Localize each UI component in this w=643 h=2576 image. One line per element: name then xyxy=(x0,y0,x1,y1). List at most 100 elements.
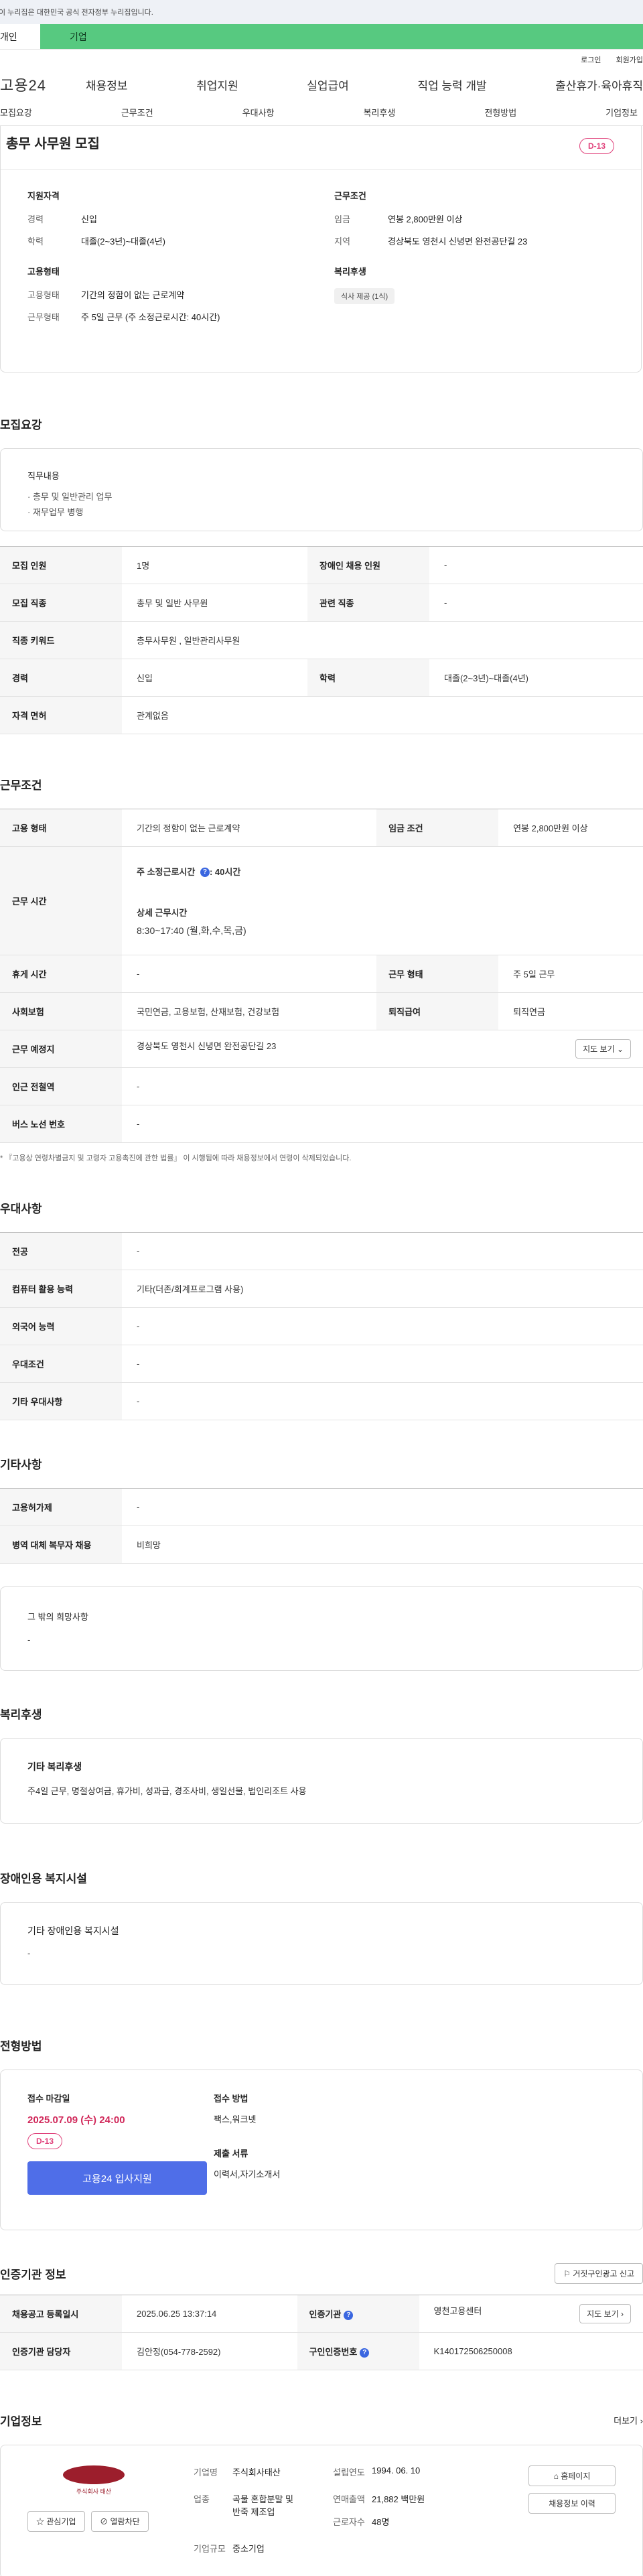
cell-value: - xyxy=(122,1345,643,1383)
chevron-right-icon: › xyxy=(621,2309,624,2319)
gnb-item-employment-support[interactable]: 취업지원 xyxy=(196,76,238,93)
cell-key: 임금 조건 xyxy=(376,809,499,847)
interest-button[interactable]: ☆ 관심기업 xyxy=(27,2511,85,2532)
map-button-label: 지도 보기 xyxy=(583,1044,615,1054)
company-value: 48명 xyxy=(372,2517,390,2527)
utility-links: 로그인 회원가입 xyxy=(0,50,643,70)
table-row: 모집 직종 총무 및 일반 사무원 관련 직종 - xyxy=(0,584,643,622)
gnb-item-unemployment-benefit[interactable]: 실업급여 xyxy=(307,76,349,93)
wage-value: 연봉 2,800만원 이상 xyxy=(388,214,463,224)
region-value: 경상북도 영천시 신녕면 완전공단길 23 xyxy=(388,236,528,247)
dday-badge: D-13 xyxy=(579,138,614,154)
gov-banner-text: 이 누리집은 대한민국 공식 전자정부 누리집입니다. xyxy=(0,9,153,17)
site-logo[interactable]: 고용24 xyxy=(0,74,86,95)
emptype-value: 기간의 정함이 없는 근로계약 xyxy=(81,290,185,300)
job-title: 총무 사무원 모집 xyxy=(1,126,641,170)
anchor-recruit[interactable]: 모집요강 xyxy=(0,106,32,119)
table-row: 모집 인원 1명 장애인 채용 인원 - xyxy=(0,546,643,584)
homepage-button[interactable]: ⌂ 홈페이지 xyxy=(528,2465,616,2486)
job-summary-card: 총무 사무원 모집 D-13 지원자격 경력 신입 학력 대졸(2~3년)~대졸(4… xyxy=(0,126,642,372)
cell-value: - xyxy=(122,1105,643,1143)
cell-key: 근무 예정지 xyxy=(0,1030,122,1068)
disabled-section: 장애인용 복지시설 기타 장애인용 복지시설 - xyxy=(0,1869,643,1985)
cell-value: - xyxy=(429,546,643,584)
anchor-company[interactable]: 기업정보 xyxy=(605,106,638,119)
company-logo: 주식회사 태산 xyxy=(57,2465,131,2498)
hope-value: - xyxy=(27,1635,31,1645)
cell-key: 모집 직종 xyxy=(0,584,122,622)
history-button[interactable]: 채용정보 이력 xyxy=(528,2493,616,2514)
cell-value: 총무 및 일반 사무원 xyxy=(122,584,308,622)
cond-title: 근무조건 xyxy=(334,191,366,201)
cell-key: 채용공고 등록일시 xyxy=(0,2295,122,2333)
map-button[interactable]: 지도 보기 ⌄ xyxy=(575,1039,631,1059)
cell-key: 구인인증번호 xyxy=(309,2347,358,2357)
career-value: 신입 xyxy=(81,214,97,224)
cell-value: 총무사무원 , 일반관리사무원 xyxy=(122,621,643,659)
work-table: 고용 형태 기간의 정함이 없는 근로계약 임금 조건 연봉 2,800만원 이상 … xyxy=(0,809,643,1143)
deadline-value: 2025.07.09 (수) 24:00 xyxy=(27,2114,125,2126)
table-row: 고용허가제 - xyxy=(0,1488,643,1526)
cell-value: - xyxy=(122,1232,643,1270)
company-heading: 기업정보 xyxy=(0,2415,42,2428)
more-link[interactable]: 더보기 › xyxy=(614,2414,643,2427)
worktype-key: 근무형태 xyxy=(27,312,60,322)
cell-key: 고용 형태 xyxy=(0,809,122,847)
report-button[interactable]: ⚐ 거짓구인광고 신고 xyxy=(555,2263,643,2284)
anchor-select[interactable]: 전형방법 xyxy=(484,106,516,119)
company-section: 기업정보 더보기 › 주식회사 태산 ☆ 관심기업 ⊘ 열람차단 기업명 주식회사… xyxy=(0,2412,643,2576)
cell-value: 비희망 xyxy=(122,1526,643,1564)
anchor-welfare[interactable]: 복리후생 xyxy=(363,106,395,119)
table-row: 경력 신입 학력 대졸(2~3년)~대졸(4년) xyxy=(0,659,643,697)
cell-key: 인증기관 xyxy=(309,2309,342,2319)
info-icon[interactable]: ? xyxy=(344,2310,354,2320)
block-button-label: 열람차단 xyxy=(110,2517,140,2526)
table-row: 근무 예정지 경상북도 영천시 신녕면 완전공단길 23 지도 보기 ⌄ xyxy=(0,1030,643,1068)
company-value: 중소기업 xyxy=(232,2544,265,2554)
cell-value: - xyxy=(429,584,643,622)
table-row: 자격 면허 관계없음 xyxy=(0,696,643,734)
signup-link[interactable]: 회원가입 xyxy=(616,54,643,65)
cell-value: 2025.06.25 13:37:14 xyxy=(122,2295,297,2333)
tab-corporate[interactable]: 기업 xyxy=(40,24,643,49)
recruit-table: 모집 인원 1명 장애인 채용 인원 - 모집 직종 총무 및 일반 사무원 관련 직… xyxy=(0,546,643,734)
cell-key: 퇴직급여 xyxy=(376,992,499,1030)
cell-value: - xyxy=(122,1067,643,1105)
etc-section: 기타사항 고용허가제 - 병역 대체 복무자 채용 비희망 그 밖의 희망사항 - xyxy=(0,1455,643,1671)
login-link[interactable]: 로그인 xyxy=(581,54,601,65)
chevron-down-icon: ⌄ xyxy=(616,1044,624,1054)
cell-key: 우대조건 xyxy=(0,1345,122,1383)
prefer-table: 전공 - 컴퓨터 활용 능력 기타(더존/회계프로그램 사용) 외국어 능력 - 우대… xyxy=(0,1232,643,1420)
cell-key: 사회보험 xyxy=(0,992,122,1030)
anchor-prefer[interactable]: 우대사항 xyxy=(242,106,275,119)
hope-box: 그 밖의 희망사항 - xyxy=(0,1586,643,1671)
info-icon[interactable]: ? xyxy=(200,868,210,878)
gnb-item-jobs[interactable]: 채용정보 xyxy=(86,76,128,93)
cell-value: 신입 xyxy=(122,659,308,697)
block-button[interactable]: ⊘ 열람차단 xyxy=(91,2511,149,2532)
tab-personal[interactable]: 개인 xyxy=(0,24,40,49)
company-key: 근로자수 xyxy=(333,2517,365,2527)
chevron-right-icon: › xyxy=(640,2416,643,2426)
prefer-section: 우대사항 전공 - 컴퓨터 활용 능력 기타(더존/회계프로그램 사용) 외국어 능… xyxy=(0,1199,643,1420)
apply-button[interactable]: 고용24 입사지원 xyxy=(27,2161,207,2195)
detail-hours-title: 상세 근무시간 xyxy=(137,907,188,918)
disabled-box-title: 기타 장애인용 복지시설 xyxy=(27,1925,119,1936)
gnb-item-vocational-training[interactable]: 직업 능력 개발 xyxy=(417,76,486,93)
work-heading: 근무조건 xyxy=(0,779,42,792)
anchor-work[interactable]: 근무조건 xyxy=(121,106,153,119)
cell-key: 휴게 시간 xyxy=(0,955,122,993)
table-row: 컴퓨터 활용 능력 기타(더존/회계프로그램 사용) xyxy=(0,1270,643,1308)
welfare-heading: 복리후생 xyxy=(0,1708,42,1721)
user-type-tabs: 개인 기업 xyxy=(0,24,643,50)
global-nav: 고용24 채용정보 취업지원 실업급여 직업 능력 개발 출산휴가·육아휴직 xyxy=(0,70,643,99)
section-anchor-nav: 모집요강 근무조건 우대사항 복리후생 전형방법 기업정보 xyxy=(0,99,643,126)
cell-key: 직종 키워드 xyxy=(0,621,122,659)
cell-value: K140172506250008 xyxy=(419,2332,643,2370)
info-icon[interactable]: ? xyxy=(360,2348,370,2358)
gnb-item-parental-leave[interactable]: 출산휴가·육아휴직 xyxy=(555,76,643,93)
company-value: 반죽 제조업 xyxy=(232,2507,275,2517)
agency-map-button[interactable]: 지도 보기 › xyxy=(579,2304,631,2323)
docs-title: 제출 서류 xyxy=(214,2149,248,2159)
company-key: 연매출액 xyxy=(333,2494,365,2504)
